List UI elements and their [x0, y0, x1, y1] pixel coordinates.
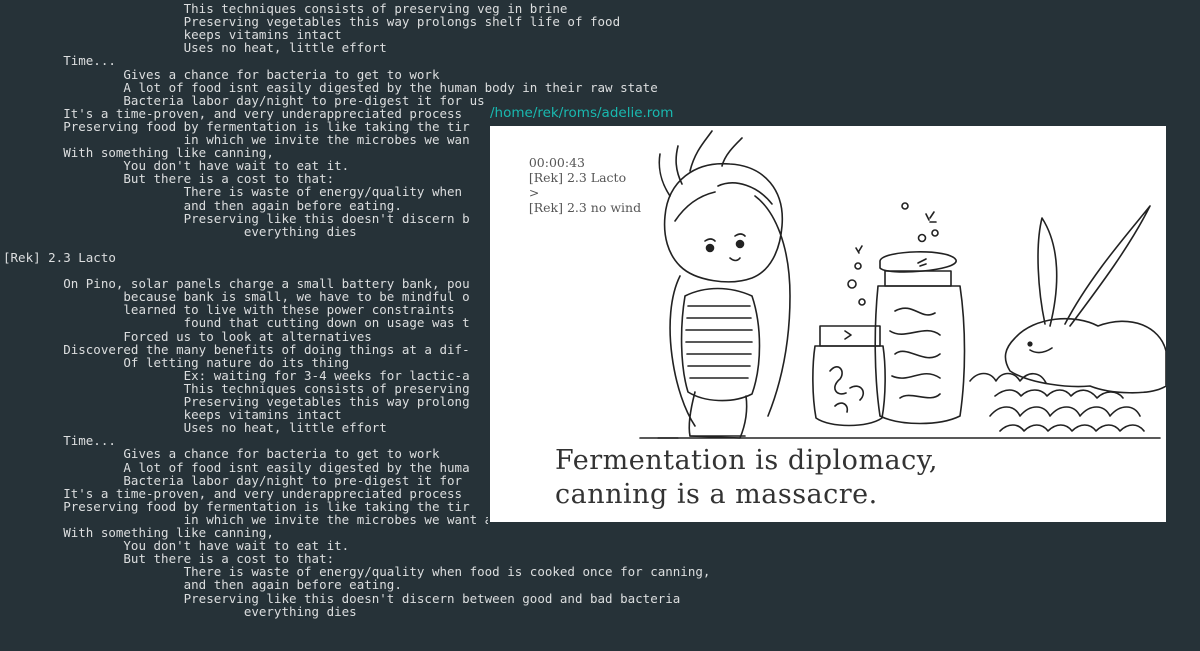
caption-line-1: Fermentation is diplomacy,	[555, 445, 939, 476]
terminal-line: Time...	[3, 433, 116, 449]
terminal-line: Gives a chance for bacteria to get to wo…	[3, 446, 440, 462]
terminal-line: Preserving like this doesn't discern bet…	[3, 590, 681, 606]
section-separator: >	[528, 185, 540, 200]
terminal-line: This techniques consists of preserving v…	[3, 1, 568, 16]
terminal-line: Bacteria labor day/night to pre-digest i…	[3, 92, 485, 108]
terminal-line: You don't have wait to eat it.	[3, 158, 350, 174]
terminal-line: and then again before eating.	[3, 577, 402, 593]
illustration-frame: 00:00:43 [Rek] 2.3 Lacto > [Rek] 2.3 no …	[490, 126, 1166, 522]
terminal-line: Preserving vegetables this way prolongs …	[3, 14, 621, 30]
terminal-line: everything dies	[3, 223, 357, 239]
window-title: /home/rek/roms/adelie.rom	[490, 105, 674, 121]
terminal-line: Preserving vegetables this way prolong	[3, 394, 470, 409]
rabbit	[1004, 205, 1166, 394]
terminal-line: You don't have wait to eat it.	[3, 538, 350, 554]
terminal-line: Preserving food by fermentation is like …	[3, 498, 470, 514]
caption: Fermentation is diplomacy, canning is a …	[555, 444, 938, 512]
terminal-line: Uses no heat, little effort	[3, 420, 387, 436]
terminal-line: It's a time-proven, and very underapprec…	[3, 485, 463, 501]
small-jar	[812, 325, 886, 427]
terminal-line: in which we invite the microbes we wan	[3, 132, 470, 147]
terminal-line: Forced us to look at alternatives	[3, 328, 372, 344]
terminal-line: With something like canning,	[3, 145, 274, 161]
terminal-line: But there is a cost to that:	[3, 171, 335, 187]
terminal-line: Preserving food by fermentation is like …	[3, 118, 470, 134]
timer: 00:00:43	[528, 155, 585, 170]
large-jar	[874, 251, 966, 425]
terminal-line: Discovered the many benefits of doing th…	[3, 341, 470, 357]
terminal-line: There is waste of energy/quality when fo…	[3, 564, 711, 580]
next-section[interactable]: [Rek] 2.3 no wind	[529, 200, 641, 215]
terminal-line: A lot of food isnt easily digested by th…	[3, 459, 470, 475]
terminal-line: It's a time-proven, and very underapprec…	[3, 105, 463, 121]
terminal-line: On Pino, solar panels charge a small bat…	[3, 276, 470, 292]
terminal-line: and then again before eating.	[3, 197, 402, 213]
corn-piles	[969, 372, 1145, 432]
terminal-line: Gives a chance for bacteria to get to wo…	[3, 66, 440, 82]
terminal-line: learned to live with these power constra…	[3, 302, 455, 318]
terminal-line: [Rek] 2.3 Lacto	[3, 249, 116, 265]
terminal-line: Preserving like this doesn't discern b	[3, 210, 470, 226]
terminal-line: Time...	[3, 53, 116, 69]
rom-viewer-window[interactable]: /home/rek/roms/adelie.rom 00:00:43 [Rek]…	[488, 102, 1168, 524]
terminal-line: Uses no heat, little effort	[3, 40, 387, 56]
terminal-line: because bank is small, we have to be min…	[3, 289, 470, 305]
terminal-line: This techniques consists of preserving	[3, 380, 470, 396]
terminal-line: keeps vitamins intact	[3, 27, 342, 43]
terminal-line: Bacteria labor day/night to pre-digest i…	[3, 472, 463, 488]
terminal-line: But there is a cost to that:	[3, 551, 335, 567]
playback-hud: 00:00:43 [Rek] 2.3 Lacto > [Rek] 2.3 no …	[505, 140, 651, 230]
terminal-line: With something like canning,	[3, 525, 274, 540]
terminal-line: Of letting nature do its thing	[3, 354, 350, 370]
terminal-line: There is waste of energy/quality when	[3, 184, 463, 200]
terminal-line: A lot of food isnt easily digested by th…	[3, 79, 658, 95]
terminal-line: keeps vitamins intact	[3, 407, 342, 423]
terminal-line: everything dies	[3, 603, 357, 619]
terminal-line: Ex: waiting for 3-4 weeks for lactic-a	[3, 367, 470, 383]
girl-figure	[639, 130, 1161, 439]
caption-line-2: canning is a massacre.	[555, 479, 878, 510]
terminal-line: found that cutting down on usage was t	[3, 315, 470, 331]
current-section[interactable]: [Rek] 2.3 Lacto	[529, 170, 626, 185]
